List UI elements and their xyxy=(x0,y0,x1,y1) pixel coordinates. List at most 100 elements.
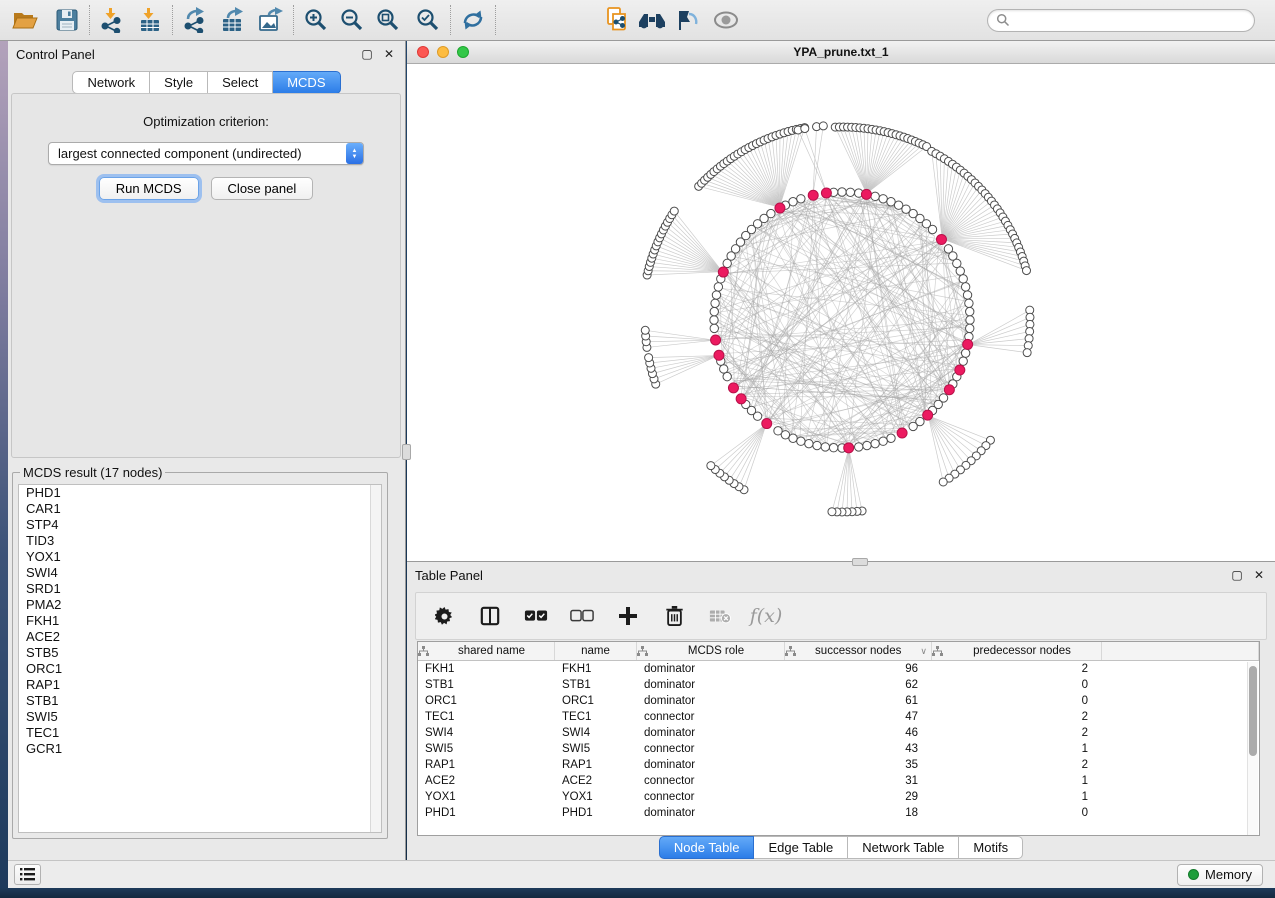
table-row[interactable]: SWI5SWI5connector431 xyxy=(418,741,1259,757)
graph-edge[interactable] xyxy=(835,127,866,193)
table-row[interactable]: ACE2ACE2connector311 xyxy=(418,773,1259,789)
graph-node[interactable] xyxy=(714,283,722,291)
network-canvas[interactable] xyxy=(407,64,1275,561)
mcds-result-list[interactable]: PHD1CAR1STP4TID3YOX1SWI4SRD1PMA2FKH1ACE2… xyxy=(18,484,382,833)
table-cell[interactable]: ORC1 xyxy=(555,695,637,707)
criterion-select[interactable]: largest connected component (undirected)… xyxy=(48,142,364,165)
graph-node[interactable] xyxy=(961,349,969,357)
graph-edge[interactable] xyxy=(928,416,971,461)
close-panel-button[interactable]: Close panel xyxy=(211,177,314,200)
graph-node[interactable] xyxy=(855,443,863,451)
table-cell[interactable]: RAP1 xyxy=(555,759,637,771)
graph-hub-node[interactable] xyxy=(844,443,854,453)
sort-descending-icon[interactable]: ∨ xyxy=(920,646,927,657)
graph-node[interactable] xyxy=(953,259,961,267)
graph-edge[interactable] xyxy=(867,134,892,194)
graph-edge[interactable] xyxy=(969,345,1029,346)
mcds-result-item[interactable]: STB5 xyxy=(19,645,381,661)
graph-edge[interactable] xyxy=(867,143,920,193)
graph-hub-node[interactable] xyxy=(808,190,818,200)
graph-node[interactable] xyxy=(805,439,813,447)
table-cell[interactable]: SWI5 xyxy=(418,743,555,755)
graph-leaf-node[interactable] xyxy=(1023,349,1031,357)
graph-edge[interactable] xyxy=(732,211,781,261)
table-cell[interactable]: 96 xyxy=(785,663,932,675)
graph-node[interactable] xyxy=(887,198,895,206)
graph-edge[interactable] xyxy=(798,130,826,192)
graph-node[interactable] xyxy=(767,209,775,217)
graph-node[interactable] xyxy=(797,437,805,445)
graph-leaf-node[interactable] xyxy=(645,354,653,362)
show-hidden-eye-icon[interactable] xyxy=(711,5,741,35)
graph-node[interactable] xyxy=(965,299,973,307)
table-cell[interactable]: 47 xyxy=(785,711,932,723)
tab-motifs[interactable]: Motifs xyxy=(959,836,1023,859)
graph-edge[interactable] xyxy=(714,172,780,208)
graph-edge[interactable] xyxy=(739,424,766,486)
mcds-result-item[interactable]: SWI4 xyxy=(19,565,381,581)
column-header-successor-nodes[interactable]: successor nodes∨ xyxy=(785,642,932,660)
mcds-result-item[interactable]: TID3 xyxy=(19,533,381,549)
table-cell[interactable]: STB1 xyxy=(418,679,555,691)
table-row[interactable]: PHD1PHD1dominator180 xyxy=(418,805,1259,821)
mcds-result-item[interactable]: SWI5 xyxy=(19,709,381,725)
graph-edge[interactable] xyxy=(832,449,849,512)
graph-edge[interactable] xyxy=(646,336,715,340)
graph-leaf-node[interactable] xyxy=(828,508,836,516)
table-cell[interactable]: 2 xyxy=(932,711,1102,723)
table-cell[interactable]: SWI4 xyxy=(418,727,555,739)
graph-node[interactable] xyxy=(966,324,974,332)
graph-hub-node[interactable] xyxy=(714,350,724,360)
table-cell[interactable]: connector xyxy=(637,775,785,787)
graph-edge[interactable] xyxy=(805,129,826,192)
graph-node[interactable] xyxy=(879,437,887,445)
graph-edge[interactable] xyxy=(645,330,714,340)
table-cell[interactable]: 0 xyxy=(932,807,1102,819)
mcds-result-item[interactable]: PMA2 xyxy=(19,597,381,613)
graph-hub-node[interactable] xyxy=(718,267,728,277)
run-mcds-button[interactable]: Run MCDS xyxy=(99,177,199,200)
column-header-predecessor-nodes[interactable]: predecessor nodes xyxy=(932,642,1102,660)
clone-network-icon[interactable] xyxy=(603,5,633,35)
table-cell[interactable]: 61 xyxy=(785,695,932,707)
graph-node[interactable] xyxy=(789,198,797,206)
graph-edge[interactable] xyxy=(867,137,904,193)
table-cell[interactable]: dominator xyxy=(637,679,785,691)
deselect-all-rows-icon[interactable] xyxy=(570,604,594,628)
graph-hub-node[interactable] xyxy=(963,339,973,349)
table-cell[interactable]: ACE2 xyxy=(555,775,637,787)
tab-network[interactable]: Network xyxy=(72,71,150,94)
table-cell[interactable]: STB1 xyxy=(555,679,637,691)
export-network-icon[interactable] xyxy=(180,5,210,35)
table-cell[interactable]: ACE2 xyxy=(418,775,555,787)
graph-leaf-node[interactable] xyxy=(801,125,809,133)
table-settings-gear-icon[interactable] xyxy=(432,604,456,628)
memory-button[interactable]: Memory xyxy=(1177,864,1263,886)
graph-node[interactable] xyxy=(863,441,871,449)
graph-node[interactable] xyxy=(871,439,879,447)
mcds-result-item[interactable]: STB1 xyxy=(19,693,381,709)
close-panel-icon[interactable]: ✕ xyxy=(1251,567,1267,583)
graph-node[interactable] xyxy=(774,427,782,435)
graph-node[interactable] xyxy=(963,291,971,299)
graph-edge[interactable] xyxy=(668,222,723,271)
zoom-out-icon[interactable] xyxy=(337,5,367,35)
graph-node[interactable] xyxy=(829,444,837,452)
graph-hub-node[interactable] xyxy=(944,385,954,395)
graph-node[interactable] xyxy=(956,267,964,275)
graph-leaf-node[interactable] xyxy=(1022,267,1030,275)
graph-edge[interactable] xyxy=(789,244,941,434)
graph-leaf-node[interactable] xyxy=(641,326,649,334)
table-cell[interactable]: 62 xyxy=(785,679,932,691)
table-cell[interactable]: 1 xyxy=(932,775,1102,787)
table-cell[interactable]: 29 xyxy=(785,791,932,803)
graph-edge[interactable] xyxy=(849,449,852,512)
graph-hub-node[interactable] xyxy=(923,410,933,420)
scrollbar-thumb[interactable] xyxy=(1249,666,1257,756)
mcds-result-item[interactable]: RAP1 xyxy=(19,677,381,693)
table-cell[interactable]: TEC1 xyxy=(418,711,555,723)
search-input[interactable] xyxy=(1015,13,1246,27)
open-folder-icon[interactable] xyxy=(10,5,40,35)
graph-hub-node[interactable] xyxy=(861,189,871,199)
graph-hub-node[interactable] xyxy=(821,188,831,198)
